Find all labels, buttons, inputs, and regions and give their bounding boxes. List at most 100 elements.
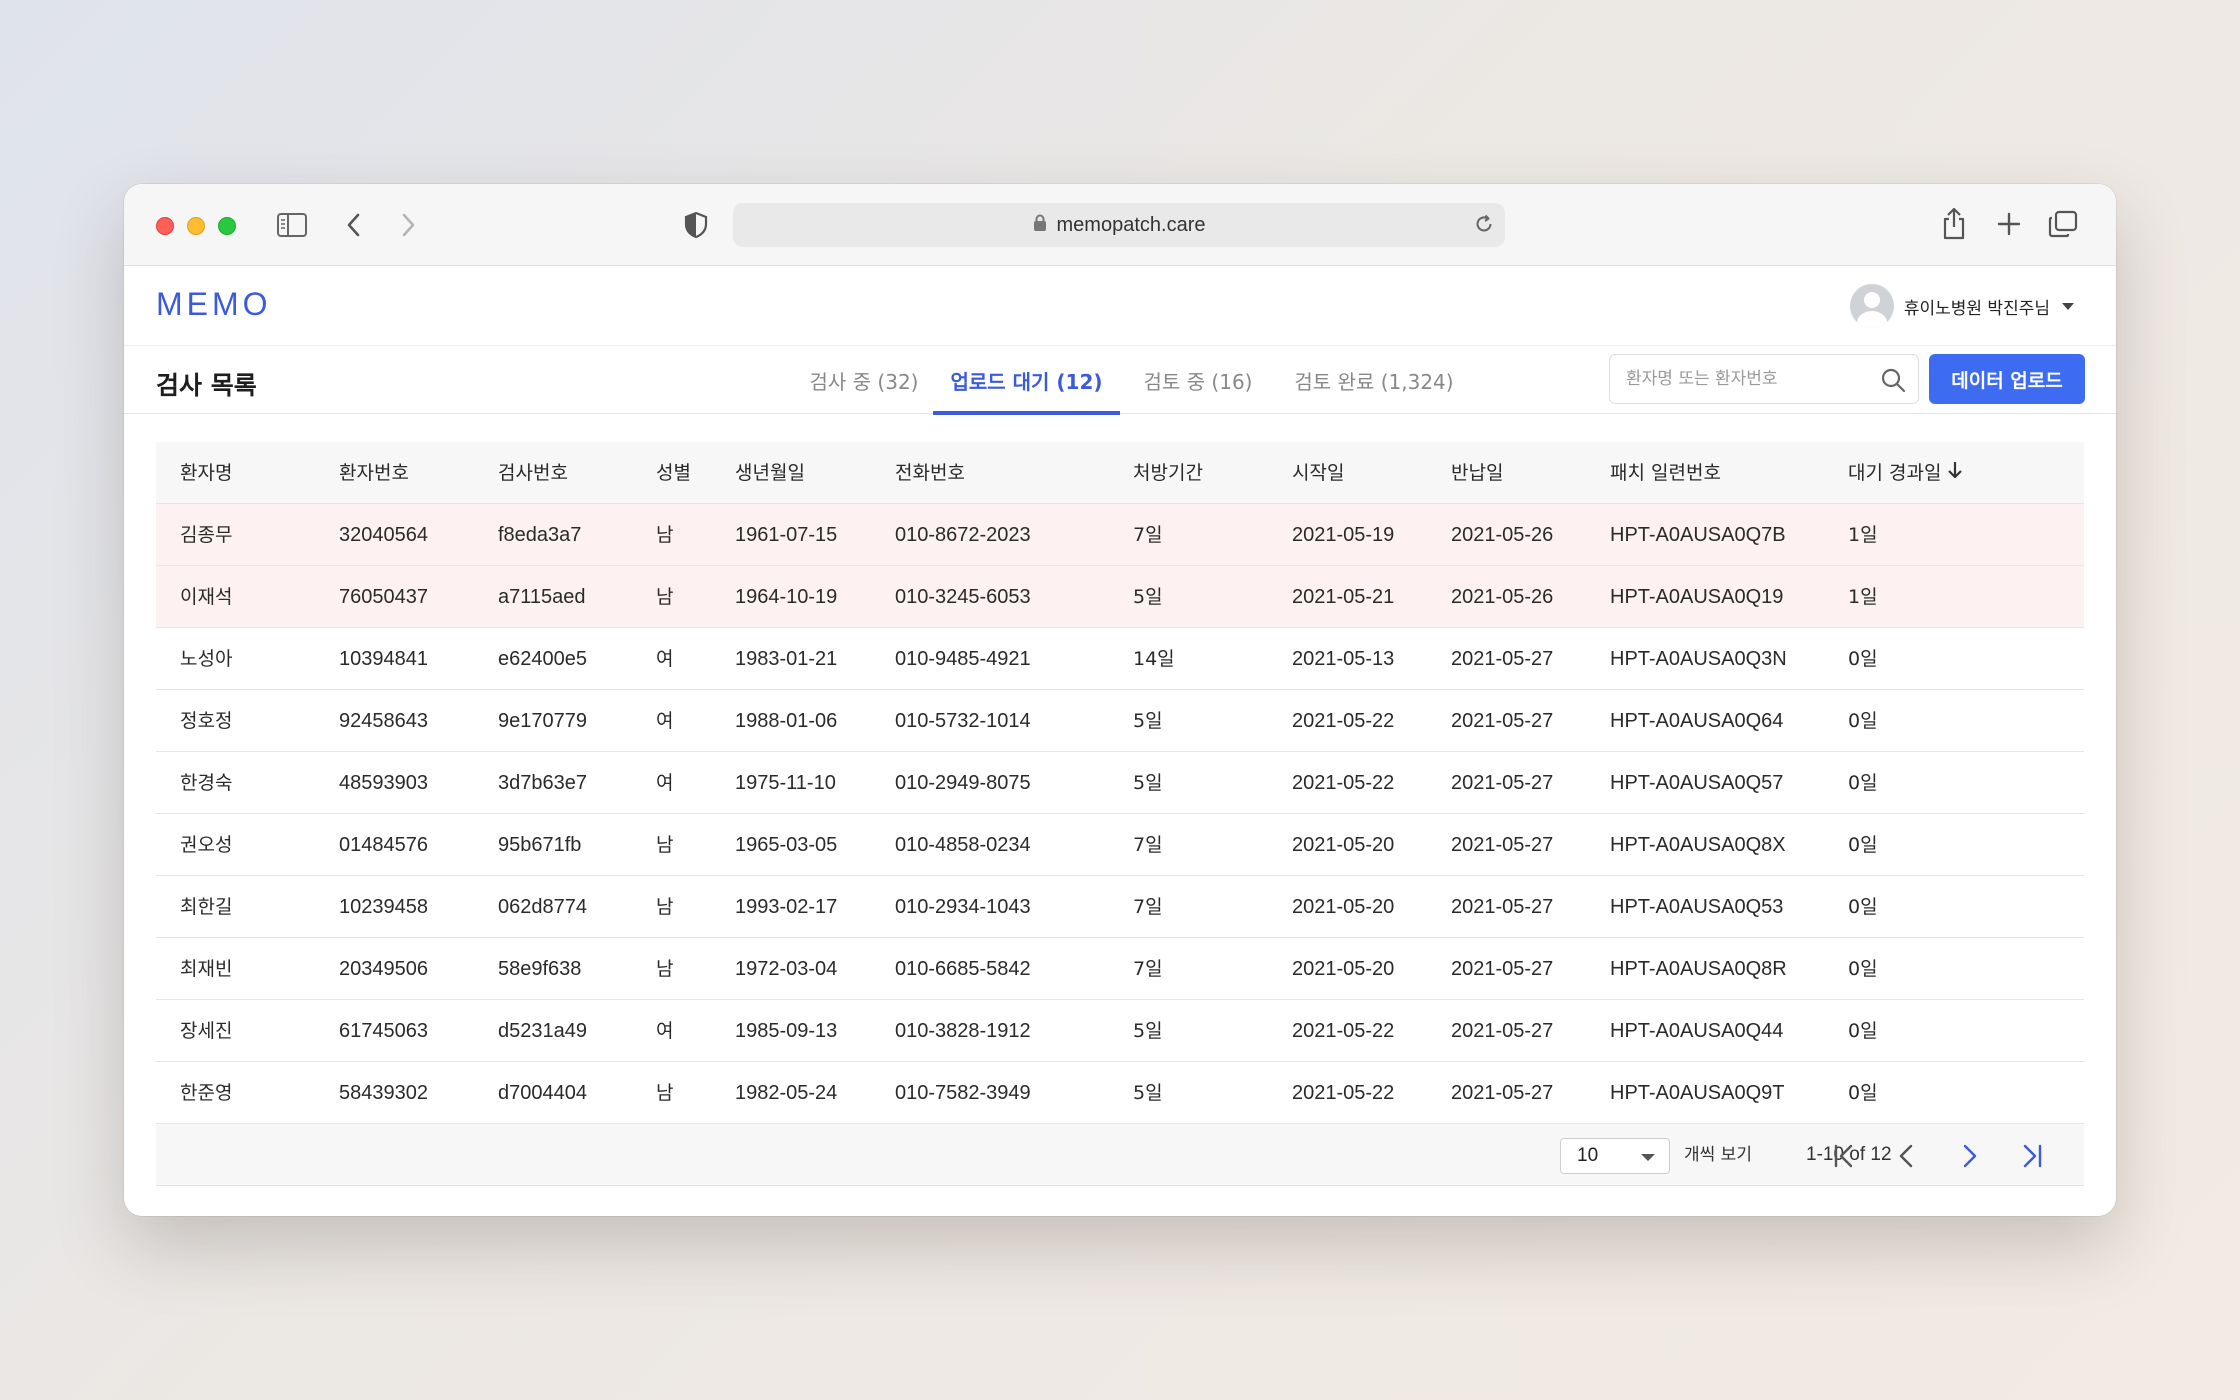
exam-table: 환자명 환자번호 검사번호 성별 생년월일 전화번호 처방기간 시작일 반납일 … [156, 442, 2084, 1186]
cell-exam-id: f8eda3a7 [498, 524, 582, 546]
table-row[interactable]: 노성아 10394841 e62400e5 여 1983-01-21 010-9485-4… [156, 628, 2084, 690]
column-header-patient-id[interactable]: 환자번호 [339, 442, 409, 504]
cell-serial: HPT-A0AUSA0Q9T [1610, 1082, 1785, 1104]
sidebar-toggle-icon[interactable] [276, 210, 308, 240]
column-header-dob[interactable]: 생년월일 [735, 442, 805, 504]
cell-return-date: 2021-05-27 [1451, 896, 1554, 918]
zoom-window-button[interactable] [218, 217, 236, 235]
table-body: 김종무 32040564 f8eda3a7 남 1961-07-15 010-8672-2… [156, 504, 2084, 1124]
table-row[interactable]: 최재빈 20349506 58e9f638 남 1972-03-04 010-6685-5… [156, 938, 2084, 1000]
chevron-down-icon [2062, 302, 2074, 310]
share-icon[interactable] [1938, 206, 1970, 242]
tab-upload-pending[interactable]: 업로드 대기 (12) [933, 346, 1120, 415]
cell-patient-id: 20349506 [339, 958, 428, 980]
cell-sex: 여 [656, 1020, 674, 1042]
table-row[interactable]: 김종무 32040564 f8eda3a7 남 1961-07-15 010-8672-2… [156, 504, 2084, 566]
table-row[interactable]: 장세진 61745063 d5231a49 여 1985-09-13 010-3828-1… [156, 1000, 2084, 1062]
cell-dob: 1985-09-13 [735, 1020, 838, 1042]
column-header-sex[interactable]: 성별 [656, 442, 691, 504]
avatar [1849, 284, 1894, 328]
next-page-icon[interactable] [1954, 1141, 1984, 1171]
cell-serial: HPT-A0AUSA0Q7B [1610, 524, 1786, 546]
lock-icon [1033, 214, 1047, 236]
cell-start-date: 2021-05-20 [1292, 958, 1395, 980]
column-header-period[interactable]: 처방기간 [1133, 442, 1203, 504]
last-page-icon[interactable] [2016, 1141, 2046, 1171]
cell-wait-days: 1일 [1848, 586, 1878, 608]
cell-wait-days: 0일 [1848, 710, 1878, 732]
cell-sex: 여 [656, 648, 674, 670]
back-icon[interactable] [342, 210, 366, 240]
cell-wait-days: 0일 [1848, 648, 1878, 670]
new-tab-icon[interactable] [1993, 208, 2025, 240]
user-menu[interactable]: 휴이노병원 박진주님 [1849, 284, 2074, 328]
cell-wait-days: 0일 [1848, 896, 1878, 918]
previous-page-icon[interactable] [1892, 1141, 1922, 1171]
cell-exam-id: 9e170779 [498, 710, 587, 732]
column-header-serial[interactable]: 패치 일련번호 [1610, 442, 1721, 504]
cell-exam-id: 95b671fb [498, 834, 582, 856]
search-input[interactable] [1626, 355, 1876, 403]
cell-start-date: 2021-05-22 [1292, 1082, 1395, 1104]
cell-patient-name: 김종무 [180, 524, 233, 546]
cell-sex: 여 [656, 772, 674, 794]
cell-patient-id: 92458643 [339, 710, 428, 732]
table-row[interactable]: 정호정 92458643 9e170779 여 1988-01-06 010-5732-1… [156, 690, 2084, 752]
cell-period: 5일 [1133, 710, 1163, 732]
column-header-exam-id[interactable]: 검사번호 [498, 442, 568, 504]
cell-sex: 남 [656, 834, 674, 856]
minimize-window-button[interactable] [187, 217, 205, 235]
tab-reviewing[interactable]: 검토 중 (16) [1132, 346, 1264, 414]
cell-patient-name: 장세진 [180, 1020, 233, 1042]
cell-dob: 1972-03-04 [735, 958, 838, 980]
app-header: MEMO 휴이노병원 박진주님 [124, 266, 2116, 346]
cell-patient-name: 노성아 [180, 648, 233, 670]
browser-toolbar: memopatch.care [124, 184, 2116, 266]
table-row[interactable]: 한준영 58439302 d7004404 남 1982-05-24 010-7582-3… [156, 1062, 2084, 1124]
column-header-return-date[interactable]: 반납일 [1451, 442, 1503, 504]
cell-wait-days: 1일 [1848, 524, 1878, 546]
cell-return-date: 2021-05-27 [1451, 958, 1554, 980]
cell-dob: 1982-05-24 [735, 1082, 838, 1104]
table-row[interactable]: 한경숙 48593903 3d7b63e7 여 1975-11-10 010-2949-8… [156, 752, 2084, 814]
page-size-select[interactable]: 10 [1560, 1138, 1670, 1174]
first-page-icon[interactable] [1830, 1141, 1860, 1171]
tab-overview-icon[interactable] [2046, 208, 2080, 240]
table-footer: 10 개씩 보기 1-10 of 12 [156, 1124, 2084, 1186]
column-header-wait-days[interactable]: 대기 경과일 [1848, 442, 1963, 504]
cell-start-date: 2021-05-19 [1292, 524, 1395, 546]
search-icon[interactable] [1880, 367, 1906, 397]
cell-wait-days: 0일 [1848, 958, 1878, 980]
table-row[interactable]: 최한길 10239458 062d8774 남 1993-02-17 010-2934-1… [156, 876, 2084, 938]
memo-logo[interactable]: MEMO [156, 286, 272, 323]
cell-exam-id: a7115aed [498, 586, 586, 608]
column-header-name[interactable]: 환자명 [180, 442, 232, 504]
cell-exam-id: d7004404 [498, 1082, 587, 1104]
tab-testing[interactable]: 검사 중 (32) [776, 346, 952, 414]
close-window-button[interactable] [156, 217, 174, 235]
cell-return-date: 2021-05-27 [1451, 1020, 1554, 1042]
cell-exam-id: e62400e5 [498, 648, 587, 670]
cell-phone: 010-2949-8075 [895, 772, 1031, 794]
search-box [1609, 354, 1919, 404]
cell-patient-id: 61745063 [339, 1020, 428, 1042]
forward-icon[interactable] [396, 210, 420, 240]
reload-icon[interactable] [1473, 213, 1495, 239]
cell-period: 14일 [1133, 648, 1175, 670]
cell-phone: 010-7582-3949 [895, 1082, 1031, 1104]
column-header-phone[interactable]: 전화번호 [895, 442, 965, 504]
address-bar[interactable]: memopatch.care [733, 203, 1505, 247]
cell-sex: 남 [656, 896, 674, 918]
table-row[interactable]: 이재석 76050437 a7115aed 남 1964-10-19 010-3245-6… [156, 566, 2084, 628]
cell-start-date: 2021-05-22 [1292, 710, 1395, 732]
privacy-shield-icon[interactable] [682, 210, 710, 240]
tab-review-complete[interactable]: 검토 완료 (1,324) [1264, 346, 1484, 414]
cell-period: 5일 [1133, 586, 1163, 608]
column-header-start-date[interactable]: 시작일 [1292, 442, 1344, 504]
cell-patient-name: 한경숙 [180, 772, 233, 794]
table-row[interactable]: 권오성 01484576 95b671fb 남 1965-03-05 010-4858-0… [156, 814, 2084, 876]
page-toolbar: 검사 목록 검사 중 (32) 업로드 대기 (12) 검토 중 (16) 검토… [124, 346, 2116, 415]
data-upload-button[interactable]: 데이터 업로드 [1929, 354, 2085, 404]
cell-serial: HPT-A0AUSA0Q3N [1610, 648, 1787, 670]
cell-patient-name: 이재석 [180, 586, 233, 608]
